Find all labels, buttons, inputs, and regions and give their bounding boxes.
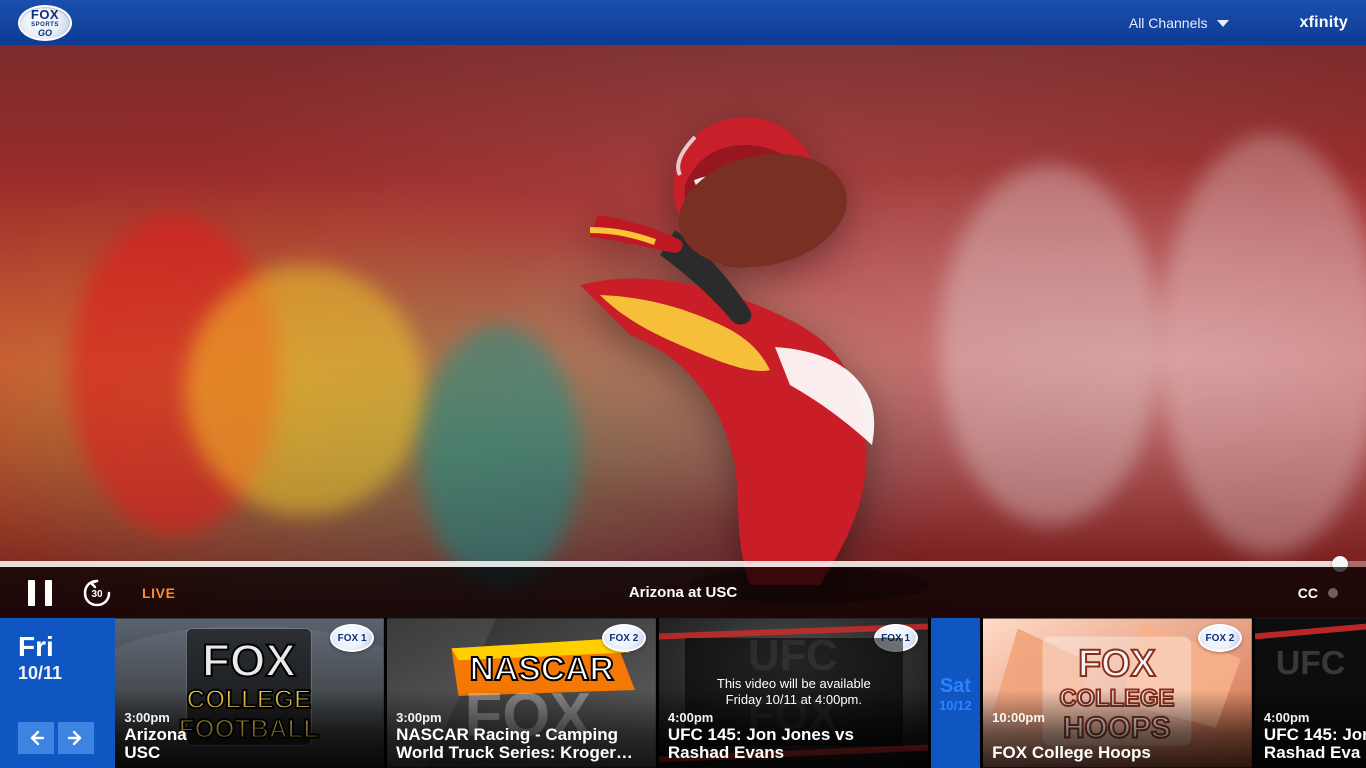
background-blur-white-2	[1160, 135, 1366, 555]
tile-title: Arizona USC	[124, 726, 379, 762]
channels-dropdown[interactable]: All Channels	[1129, 15, 1230, 31]
rewind-30-button[interactable]: 30	[80, 576, 114, 610]
pause-icon	[28, 579, 35, 606]
pause-button[interactable]	[28, 579, 52, 606]
logo-line-3: GO	[37, 27, 52, 38]
channel-badge: FOX 2	[601, 624, 646, 652]
availability-message: This video will be available Friday 10/1…	[717, 676, 871, 708]
day-date: 10/11	[18, 663, 63, 683]
background-blur-white	[940, 165, 1160, 525]
tile-title-line-1: NASCAR Racing - Camping	[396, 725, 619, 744]
chevron-down-icon	[1217, 20, 1230, 27]
channel-badge: FOX 1	[330, 624, 375, 652]
controls-left: 30 LIVE	[28, 576, 448, 610]
tile-title-line-2: USC	[124, 743, 161, 762]
tile-title-line-2: Rashad Evans	[667, 743, 785, 762]
schedule-strip: Fri 10/11 FOX FOX 1 3:00pm Arizona USC N…	[0, 618, 1366, 768]
next-day-button[interactable]	[58, 722, 94, 754]
svg-text:FOX: FOX	[202, 635, 296, 686]
svg-text:UFC: UFC	[1276, 644, 1345, 682]
tile-title-line-2: World Truck Series: Kroger…	[396, 743, 633, 762]
day-navigation	[18, 722, 94, 754]
logo-line-1: FOX	[30, 6, 60, 22]
availability-message-line-2: Friday 10/11 at 4:00pm.	[725, 692, 862, 707]
tile-time: 3:00pm	[124, 710, 170, 725]
background-blur-yellow	[185, 265, 425, 515]
tile-title: FOX College Hoops	[992, 744, 1247, 762]
xfinity-brand: xfinity	[1299, 13, 1348, 31]
day-date: 10/12	[939, 698, 972, 713]
rewind-30-icon: 30	[83, 579, 111, 606]
arrow-left-icon	[30, 730, 45, 746]
day-header-sat: Sat 10/12	[930, 618, 981, 768]
tile-title-line-1: UFC 145: Jon Jones vs	[667, 725, 854, 744]
tile-time: 3:00pm	[396, 710, 442, 725]
video-hero[interactable]	[0, 45, 1366, 618]
player-controls: 30 LIVE Arizona at USC CC	[0, 567, 1366, 618]
arrow-right-icon	[67, 730, 82, 746]
availability-message-line-1: This video will be available	[716, 676, 871, 691]
day-header-fri: Fri 10/11	[0, 618, 116, 768]
cc-label: CC	[1297, 584, 1318, 601]
day-name: Sat	[939, 675, 971, 697]
tile-title-line-2: Rashad Eva	[1263, 743, 1361, 762]
channels-label: All Channels	[1128, 14, 1208, 31]
pause-icon-bar	[45, 579, 52, 606]
schedule-tile[interactable]: FOX COLLEGE FOOTBALL FOX 1 3:00pm Arizon…	[115, 618, 385, 768]
top-bar: FOX SPORTS GO All Channels xfinity	[0, 0, 1366, 45]
tile-title-line-1: Arizona	[124, 725, 187, 744]
tile-time: 4:00pm	[667, 710, 714, 725]
tile-title-line-1: UFC 145: Jor	[1263, 725, 1366, 744]
svg-text:30: 30	[91, 589, 103, 600]
now-playing-title: Arizona at USC	[628, 584, 738, 601]
fox-sports-go-logo[interactable]: FOX SPORTS GO	[18, 4, 72, 41]
tile-time: 10:00pm	[992, 710, 1045, 725]
schedule-tile[interactable]: FOX COLLEGE HOOPS FOX 2 10:00pm FOX Coll…	[983, 618, 1252, 768]
previous-day-button[interactable]	[18, 722, 54, 754]
day-name: Fri	[18, 631, 54, 662]
tile-title: UFC 145: Jor Rashad Eva	[1264, 726, 1366, 762]
tile-title: NASCAR Racing - Camping World Truck Seri…	[396, 726, 651, 762]
channel-badge: FOX 2	[1197, 624, 1242, 652]
football-player-illustration	[580, 117, 930, 603]
logo-line-2: SPORTS	[31, 21, 59, 28]
tile-title-line-1: FOX College Hoops	[992, 743, 1151, 762]
top-right-area: All Channels xfinity	[1129, 14, 1348, 32]
schedule-tile[interactable]: NASCAR FOX FOX 2 3:00pm NASCAR Racing - …	[387, 618, 656, 768]
closed-captions-toggle[interactable]: CC	[918, 585, 1338, 601]
schedule-tile[interactable]: UFC 4:00pm UFC 145: Jor Rashad Eva	[1254, 618, 1366, 768]
cc-status-dot	[1328, 587, 1338, 598]
schedule-tile[interactable]: UFC FOX FOX 1 This video will be availab…	[658, 618, 928, 768]
svg-text:FOX: FOX	[1078, 642, 1155, 684]
tile-time: 4:00pm	[1263, 710, 1310, 725]
live-indicator[interactable]: LIVE	[142, 585, 176, 601]
tile-title: UFC 145: Jon Jones vs Rashad Evans	[668, 726, 923, 762]
